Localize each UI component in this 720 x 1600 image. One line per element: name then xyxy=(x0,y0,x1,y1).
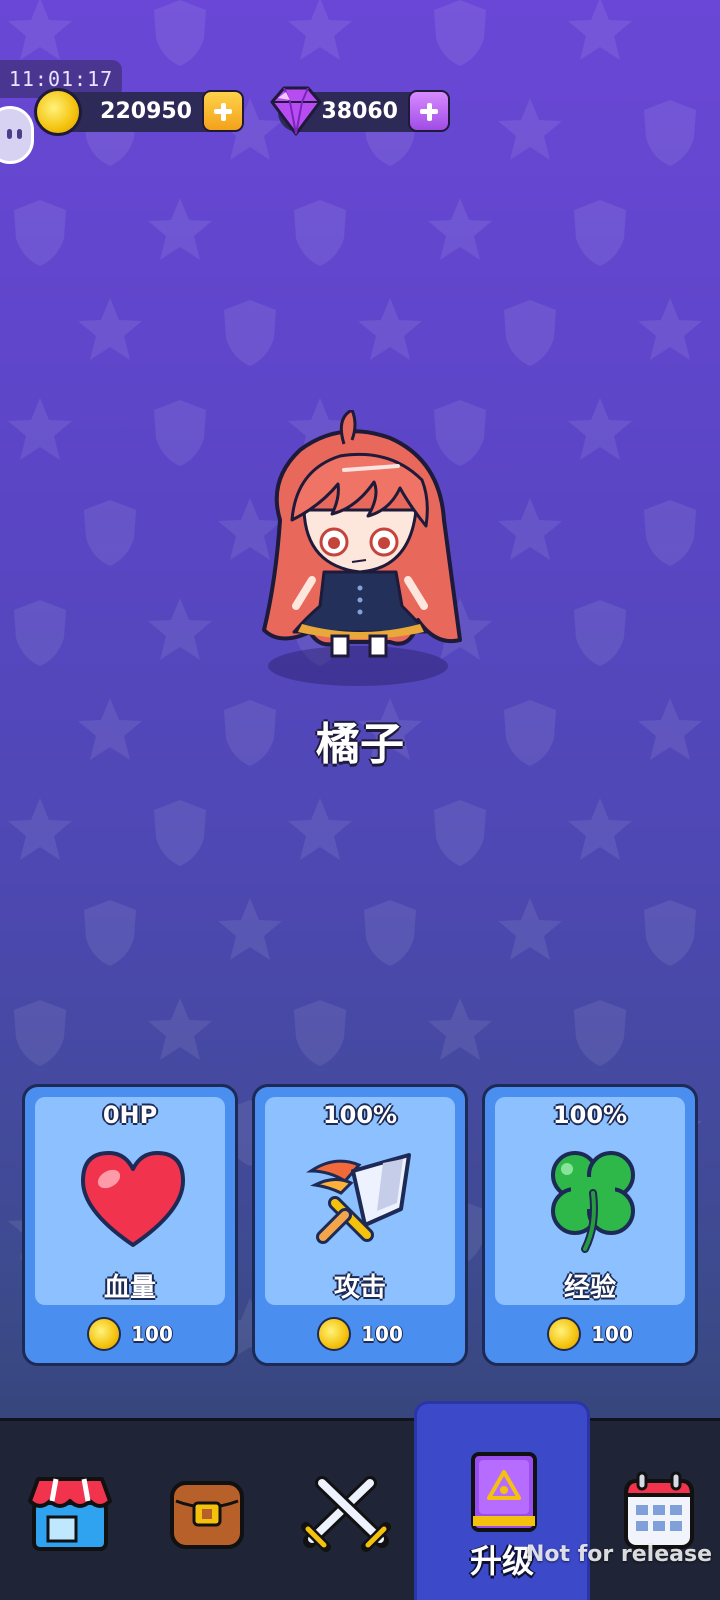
upgrade-cost: 100 xyxy=(485,1311,695,1357)
calendar-icon xyxy=(623,1471,695,1549)
upgrade-card-attack[interactable]: 100% 攻击 100 xyxy=(252,1084,468,1366)
upgrade-card-health[interactable]: 0HP 血量 100 xyxy=(22,1084,238,1366)
gem-icon xyxy=(270,86,322,136)
crossed-swords-icon xyxy=(301,1476,391,1552)
add-gold-button[interactable] xyxy=(202,90,244,132)
upgrade-cost: 100 xyxy=(255,1311,465,1357)
stat-value: 100% xyxy=(552,1101,628,1129)
upgrade-cost: 100 xyxy=(25,1311,235,1357)
nav-upgrade[interactable]: 升级 xyxy=(414,1401,590,1600)
bottom-nav: 升级 xyxy=(0,1401,720,1600)
nav-battle[interactable] xyxy=(276,1421,414,1600)
cost-amount: 100 xyxy=(131,1322,173,1346)
clover-icon xyxy=(551,1151,635,1253)
heart-icon xyxy=(81,1151,185,1247)
backpack-icon xyxy=(170,1481,244,1549)
stat-value: 100% xyxy=(322,1101,398,1129)
nav-shop[interactable] xyxy=(0,1421,138,1600)
nav-events[interactable] xyxy=(590,1421,720,1600)
stat-value: 0HP xyxy=(102,1101,158,1129)
watermark-text: Not for release xyxy=(526,1542,712,1567)
coin-icon xyxy=(547,1317,582,1351)
gold-amount: 220950 xyxy=(100,99,192,124)
sword-icon xyxy=(306,1153,411,1244)
stat-title: 攻击 xyxy=(333,1273,386,1303)
coin-icon xyxy=(317,1317,352,1351)
add-gems-button[interactable] xyxy=(408,90,450,132)
nav-bag[interactable] xyxy=(138,1421,276,1600)
spellbook-icon xyxy=(471,1452,537,1532)
character-name: 橘子 xyxy=(316,719,404,770)
upgrade-card-experience[interactable]: 100% 经验 100 xyxy=(482,1084,698,1366)
coin-icon xyxy=(87,1317,122,1351)
stat-title: 血量 xyxy=(103,1273,156,1303)
shop-icon xyxy=(28,1477,112,1551)
cost-amount: 100 xyxy=(591,1322,633,1346)
gem-amount: 38060 xyxy=(321,99,398,124)
stat-title: 经验 xyxy=(563,1273,616,1303)
cost-amount: 100 xyxy=(361,1322,403,1346)
game-screen: 11:01:17 220950 38060 橘子 0HP 血量 100 100%… xyxy=(0,0,720,1600)
coin-icon xyxy=(34,88,82,136)
character-sprite[interactable] xyxy=(240,410,480,670)
